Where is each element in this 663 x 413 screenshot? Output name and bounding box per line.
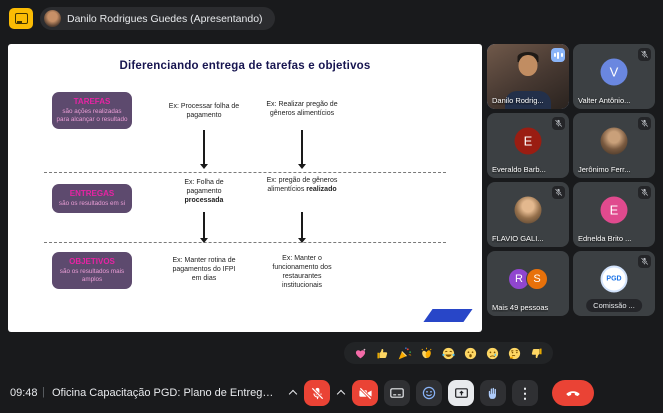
box-title: TAREFAS — [56, 97, 128, 106]
mic-off-icon — [638, 117, 651, 130]
mic-button[interactable] — [304, 380, 330, 406]
presenting-indicator-icon[interactable] — [9, 8, 33, 29]
camera-button[interactable] — [352, 380, 378, 406]
reaction-thumbs-down-icon[interactable] — [529, 346, 544, 361]
mic-off-icon — [638, 186, 651, 199]
mic-options-chevron-icon[interactable] — [288, 387, 298, 399]
participant-name: Valter Antônio... — [578, 96, 630, 105]
participant-tile-flavio[interactable]: FLAVIO GALI... — [487, 182, 569, 247]
example-text: Ex: Realizar pregão de gêneros alimentíc… — [265, 100, 339, 118]
participant-tile-valter[interactable]: V Valter Antônio... — [573, 44, 655, 109]
example-text: Ex: pregão de gêneros alimentícios reali… — [265, 176, 339, 194]
reactions-bar — [344, 342, 553, 364]
reaction-thumbs-up-icon[interactable] — [375, 346, 390, 361]
phone-down-icon — [565, 385, 581, 401]
example-text: Ex: Manter rotina de pagamentos do IFPI … — [167, 256, 241, 283]
bottom-bar: 09:48 | Oficina Capacitação PGD: Plano d… — [0, 373, 663, 413]
captions-icon — [389, 385, 405, 401]
presenter-pill[interactable]: Danilo Rodrigues Guedes (Apresentando) — [40, 7, 275, 30]
slide-title: Diferenciando entrega de tarefas e objet… — [8, 60, 482, 72]
box-text: são os resultados mais amplos — [56, 268, 128, 284]
pgd-logo: PGD — [601, 266, 628, 293]
reaction-clapping-hands-icon[interactable] — [419, 346, 434, 361]
camera-options-chevron-icon[interactable] — [336, 387, 346, 399]
presenter-label: Danilo Rodrigues Guedes (Apresentando) — [67, 13, 263, 25]
dashed-divider — [44, 242, 446, 243]
more-options-button[interactable]: ⋮ — [512, 380, 538, 406]
down-arrow-icon — [199, 212, 209, 243]
mic-off-icon — [638, 48, 651, 61]
participants-panel: Danilo Rodrig... V Valter Antônio... E E… — [487, 44, 655, 316]
box-title: OBJETIVOS — [56, 257, 128, 266]
participant-name: Jerônimo Ferr... — [578, 165, 631, 174]
avatar-photo — [515, 197, 542, 224]
meet-window: Danilo Rodrigues Guedes (Apresentando) D… — [0, 0, 663, 413]
example-text: Ex: Processar folha de pagamento — [167, 102, 241, 120]
participant-tile-jeronimo[interactable]: Jerônimo Ferr... — [573, 113, 655, 178]
concept-box-tarefas: TAREFAS são ações realizadas para alcanç… — [52, 92, 132, 129]
reactions-button[interactable] — [416, 380, 442, 406]
hand-icon — [486, 386, 501, 401]
mic-off-icon — [552, 186, 565, 199]
reaction-crying-face-icon[interactable] — [485, 346, 500, 361]
clock-time: 09:48 — [10, 387, 38, 399]
mic-off-icon — [310, 386, 325, 401]
smiley-icon — [421, 385, 437, 401]
concept-box-entregas: ENTREGAS são os resultados em si — [52, 184, 132, 213]
presenter-avatar — [44, 10, 61, 27]
participant-tile-everaldo[interactable]: E Everaldo Barb... — [487, 113, 569, 178]
avatar-photo — [601, 128, 628, 155]
participant-tile-danilo[interactable]: Danilo Rodrig... — [487, 44, 569, 109]
overflow-avatars: R S — [508, 267, 548, 291]
mic-off-icon — [638, 255, 651, 268]
participant-name: Danilo Rodrig... — [492, 96, 544, 105]
title-separator: | — [42, 386, 45, 398]
call-controls: ⋮ — [288, 380, 594, 406]
down-arrow-icon — [297, 130, 307, 169]
example-text: Ex: Manter o funcionamento dos restauran… — [265, 254, 339, 290]
down-arrow-icon — [199, 130, 209, 169]
box-title: ENTREGAS — [56, 189, 128, 198]
participant-name: Everaldo Barb... — [492, 165, 546, 174]
avatar-initial: S — [526, 268, 548, 290]
reaction-thinking-face-icon[interactable] — [507, 346, 522, 361]
mic-off-icon — [552, 117, 565, 130]
reaction-sparkling-heart-icon[interactable] — [353, 346, 368, 361]
dashed-divider — [44, 172, 446, 173]
meeting-title: Oficina Capacitação PGD: Plano de Entreg… — [52, 387, 274, 399]
speaking-indicator-icon — [551, 48, 565, 62]
concept-box-objetivos: OBJETIVOS são os resultados mais amplos — [52, 252, 132, 289]
avatar-initial: E — [601, 197, 628, 224]
present-button[interactable] — [448, 380, 474, 406]
present-screen-icon — [454, 386, 469, 401]
participant-tile-ednelda[interactable]: E Ednelda Brito ... — [573, 182, 655, 247]
participant-name: FLAVIO GALI... — [492, 234, 544, 243]
box-text: são ações realizadas para alcançar o res… — [56, 108, 128, 124]
captions-button[interactable] — [384, 380, 410, 406]
avatar-initial: E — [515, 128, 542, 155]
participant-tile-overflow[interactable]: R S Mais 49 pessoas — [487, 251, 569, 316]
slide-decoration — [423, 309, 472, 322]
camera-off-icon — [358, 386, 373, 401]
down-arrow-icon — [297, 212, 307, 243]
participant-name: Mais 49 pessoas — [492, 303, 548, 312]
reaction-party-popper-icon[interactable] — [397, 346, 412, 361]
raise-hand-button[interactable] — [480, 380, 506, 406]
shared-presentation: Diferenciando entrega de tarefas e objet… — [8, 44, 482, 332]
example-text: Ex: Folha de pagamento processada — [167, 178, 241, 205]
reaction-joy-face-icon[interactable] — [441, 346, 456, 361]
reaction-surprised-face-icon[interactable] — [463, 346, 478, 361]
participant-name: Ednelda Brito ... — [578, 234, 631, 243]
avatar-initial: V — [601, 59, 628, 86]
participant-tile-comissao[interactable]: PGD Comissão ... — [573, 251, 655, 316]
participant-name: Comissão ... — [586, 299, 642, 312]
box-text: são os resultados em si — [56, 200, 128, 208]
end-call-button[interactable] — [552, 380, 594, 406]
